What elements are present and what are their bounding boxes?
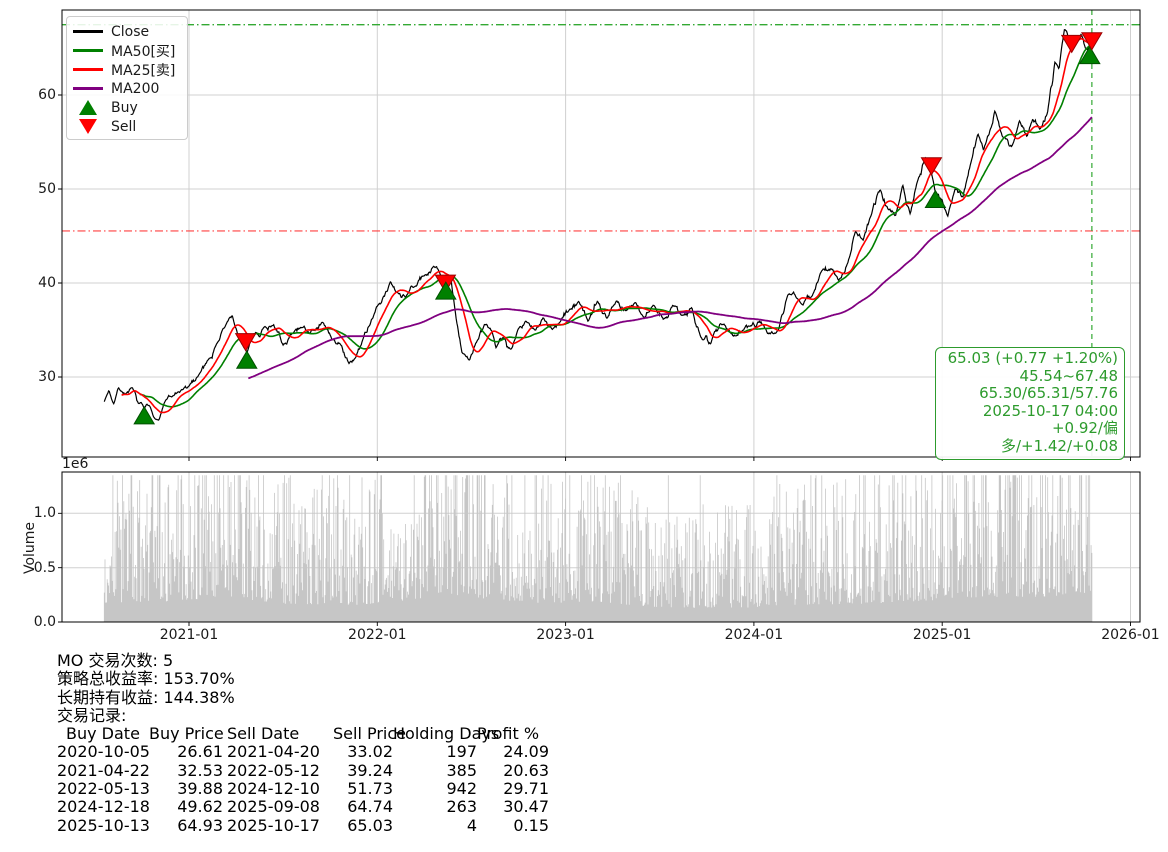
trade-table-cell: 39.24 (333, 762, 393, 780)
volume-axis-offset-label: 1e6 (62, 456, 88, 472)
legend-line-swatch (73, 49, 103, 51)
trade-table-cell: 2021-04-20 (227, 743, 333, 761)
line-swatch (73, 87, 103, 89)
trade-table-row: 2022-05-1339.882024-12-1051.7394229.71 (57, 780, 549, 798)
trade-table-cell: 64.93 (149, 817, 223, 835)
xtick-label: 2026-01 (1095, 627, 1165, 643)
stats-summary-line: MO 交易次数: 5 (57, 652, 549, 670)
trade-table: Buy DateBuy PriceSell DateSell PriceHold… (57, 725, 549, 835)
trade-table-header-cell: Profit % (477, 725, 549, 743)
legend-item-close: Close (73, 22, 181, 41)
xtick-label: 2025-01 (907, 627, 977, 643)
volume-ytick-label: 0.0 (10, 614, 56, 630)
trade-table-row: 2020-10-0526.612021-04-2033.0219724.09 (57, 743, 549, 761)
ma200-line (248, 117, 1092, 378)
trade-table-cell: 64.74 (333, 798, 393, 816)
figure: CloseMA50[买]MA25[卖]MA200 Buy Sell 65.03 (+… (0, 0, 1168, 852)
price-ytick-label: 40 (10, 275, 56, 291)
price-ytick-label: 50 (10, 181, 56, 197)
stats-summary: MO 交易次数: 5策略总收益率: 153.70%长期持有收益: 144.38%… (57, 652, 549, 725)
legend: CloseMA50[买]MA25[卖]MA200 Buy Sell (66, 16, 188, 140)
trade-table-cell: 2025-10-13 (57, 817, 149, 835)
stats-block: MO 交易次数: 5策略总收益率: 153.70%长期持有收益: 144.38%… (57, 652, 549, 835)
trade-table-cell: 32.53 (149, 762, 223, 780)
legend-item-sell: Sell (73, 117, 181, 136)
stats-summary-line: 长期持有收益: 144.38% (57, 689, 549, 707)
legend-item-label: Sell (111, 119, 136, 135)
legend-item-ma200: MA200 (73, 79, 181, 98)
stats-summary-line: 策略总收益率: 153.70% (57, 670, 549, 688)
annotation-line: +0.92/偏多/+1.42/+0.08 (940, 420, 1118, 455)
trade-table-cell: 24.09 (477, 743, 549, 761)
xtick-label: 2023-01 (531, 627, 601, 643)
trade-table-cell: 30.47 (477, 798, 549, 816)
trade-table-row: 2021-04-2232.532022-05-1239.2438520.63 (57, 762, 549, 780)
legend-line-swatch (73, 87, 103, 89)
trade-table-cell: 2022-05-12 (227, 762, 333, 780)
triangle-up-icon (73, 99, 103, 116)
line-swatch (73, 49, 103, 51)
legend-item-label: Close (111, 24, 149, 40)
legend-item-label: MA200 (111, 81, 159, 97)
trade-table-cell: 2020-10-05 (57, 743, 149, 761)
xtick-label: 2024-01 (719, 627, 789, 643)
legend-item-label: MA50[买] (111, 41, 175, 61)
trade-table-cell: 2022-05-13 (57, 780, 149, 798)
trade-table-cell: 2024-12-10 (227, 780, 333, 798)
trade-table-cell: 197 (393, 743, 477, 761)
annotation-line: 45.54~67.48 (940, 368, 1118, 386)
line-swatch (73, 30, 103, 32)
price-ytick-label: 30 (10, 369, 56, 385)
line-swatch (73, 68, 103, 70)
triangle-down-icon (73, 118, 103, 135)
trade-table-cell: 26.61 (149, 743, 223, 761)
trade-table-header-row: Buy DateBuy PriceSell DateSell PriceHold… (57, 725, 549, 743)
legend-item-ma25-: MA25[卖] (73, 60, 181, 79)
sell-marker (1062, 35, 1082, 52)
volume-ytick-label: 0.5 (10, 560, 56, 576)
legend-line-swatch (73, 68, 103, 70)
trade-table-cell: 65.03 (333, 817, 393, 835)
stats-summary-line: 交易记录: (57, 707, 549, 725)
xtick-label: 2021-01 (154, 627, 224, 643)
trade-table-cell: 29.71 (477, 780, 549, 798)
volume-bars (104, 475, 1092, 622)
trade-table-header-cell: Sell Date (227, 725, 333, 743)
trade-table-cell: 2025-10-17 (227, 817, 333, 835)
trade-table-cell: 942 (393, 780, 477, 798)
trade-table-cell: 51.73 (333, 780, 393, 798)
trade-table-cell: 263 (393, 798, 477, 816)
xtick-label: 2022-01 (342, 627, 412, 643)
trade-table-header-cell: Buy Date (57, 725, 149, 743)
annotation-line: 65.03 (+0.77 +1.20%) (940, 350, 1118, 368)
legend-item-ma50-: MA50[买] (73, 41, 181, 60)
trade-table-cell: 2021-04-22 (57, 762, 149, 780)
annotation-line: 2025-10-17 04:00 (940, 403, 1118, 421)
trade-table-cell: 2025-09-08 (227, 798, 333, 816)
annotation-line: 65.30/65.31/57.76 (940, 385, 1118, 403)
trade-table-cell: 49.62 (149, 798, 223, 816)
trade-table-cell: 385 (393, 762, 477, 780)
price-ytick-label: 60 (10, 87, 56, 103)
trade-table-row: 2024-12-1849.622025-09-0864.7426330.47 (57, 798, 549, 816)
trade-table-cell: 33.02 (333, 743, 393, 761)
legend-item-label: Buy (111, 100, 138, 116)
volume-ytick-label: 1.0 (10, 505, 56, 521)
buy-marker (237, 351, 257, 368)
trade-table-header-cell: Buy Price (149, 725, 223, 743)
sell-marker (921, 158, 941, 175)
trade-table-header-cell: Sell Price (333, 725, 393, 743)
legend-line-swatch (73, 30, 103, 32)
trade-table-cell: 4 (393, 817, 477, 835)
trade-table-header-cell: Holding Days (393, 725, 477, 743)
trade-table-row: 2025-10-1364.932025-10-1765.0340.15 (57, 817, 549, 835)
trade-table-cell: 2024-12-18 (57, 798, 149, 816)
legend-item-buy: Buy (73, 98, 181, 117)
trade-table-cell: 0.15 (477, 817, 549, 835)
quote-annotation-box: 65.03 (+0.77 +1.20%)45.54~67.4865.30/65.… (935, 347, 1125, 460)
legend-item-label: MA25[卖] (111, 60, 175, 80)
trade-table-cell: 39.88 (149, 780, 223, 798)
trade-table-cell: 20.63 (477, 762, 549, 780)
